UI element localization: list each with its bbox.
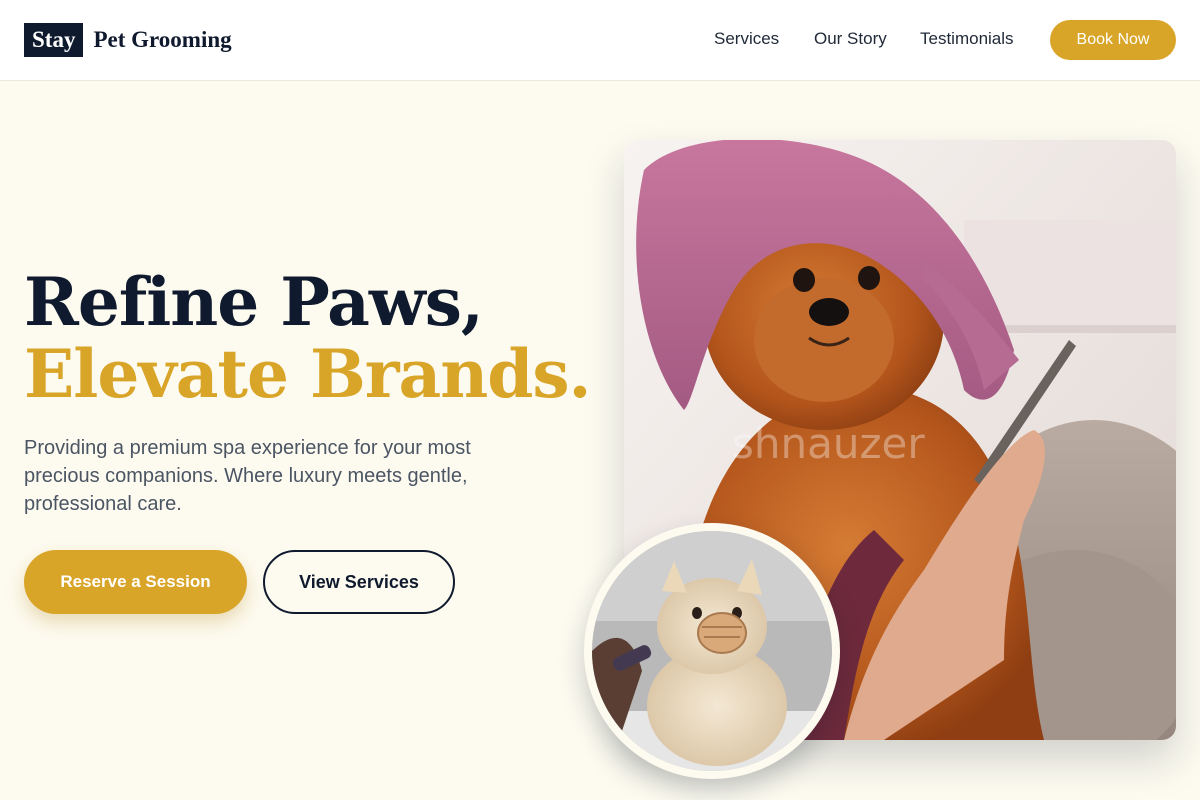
site-header: Stay Pet Grooming Services Our Story Tes… [0, 0, 1200, 81]
hero-subtext: Providing a premium spa experience for y… [24, 437, 471, 515]
headline-line-2: Elevate Brands. [24, 335, 592, 413]
logo-name: Pet Grooming [93, 27, 232, 52]
muzzled-pomeranian-illustration [592, 531, 832, 771]
reserve-session-button[interactable]: Reserve a Session [24, 550, 247, 614]
image-watermark: shnauzer [732, 419, 925, 468]
logo-badge: Stay [24, 23, 84, 57]
brand-logo[interactable]: Stay Pet Grooming [24, 23, 232, 57]
book-now-button[interactable]: Book Now [1050, 20, 1176, 60]
nav-link-our-story[interactable]: Our Story [814, 29, 887, 49]
nav-link-testimonials[interactable]: Testimonials [920, 29, 1014, 49]
view-services-button[interactable]: View Services [263, 550, 455, 614]
hero-inset-image [584, 523, 840, 779]
headline-line-1: Refine Paws, [24, 263, 484, 341]
nav-link-services[interactable]: Services [714, 29, 779, 49]
hero-headline: Refine Paws, Elevate Brands. [24, 263, 592, 413]
